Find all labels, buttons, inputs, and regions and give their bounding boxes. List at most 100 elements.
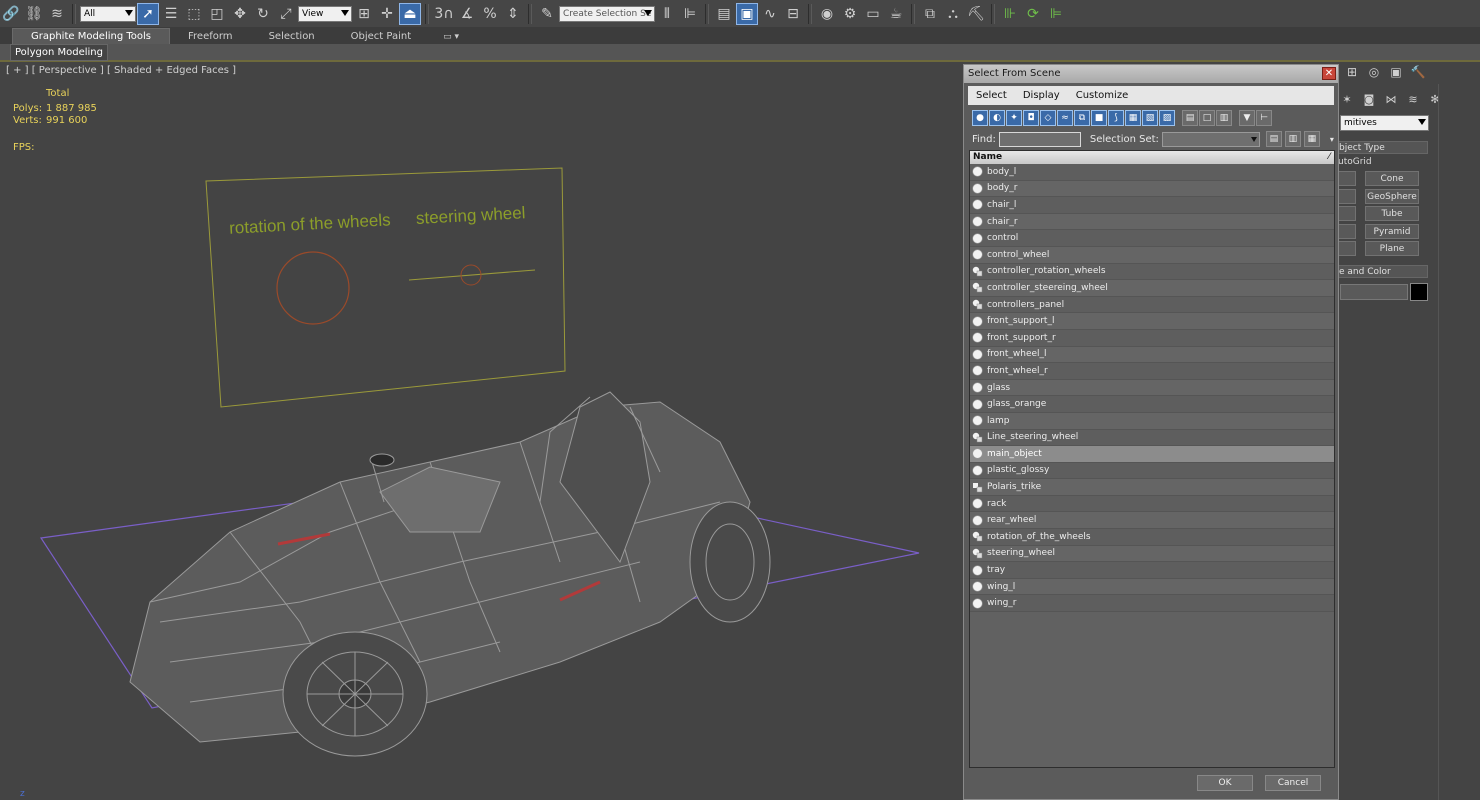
utilities-tab-icon[interactable]: 🔨 [1410, 64, 1426, 80]
list-item[interactable]: Line_steering_wheel [970, 429, 1334, 447]
helpers-icon[interactable]: ⋈ [1384, 92, 1398, 106]
selection-set-dropdown[interactable] [1161, 131, 1260, 147]
scene-object-list[interactable]: Name ⁄ body_l body_r chair_l chair_r control… [969, 150, 1335, 768]
geosphere-button[interactable]: GeoSphere [1365, 189, 1419, 204]
list-item[interactable]: front_wheel_r [970, 363, 1334, 380]
display-shapes-icon[interactable]: ◐ [989, 109, 1005, 126]
ok-button[interactable]: OK [1197, 775, 1253, 791]
reference-coordinate-dropdown[interactable]: View [298, 5, 352, 22]
find-input[interactable] [998, 131, 1081, 147]
percent-snap-icon[interactable]: % [479, 3, 501, 25]
object-button-stub[interactable] [1336, 171, 1356, 186]
edit-named-selection-icon[interactable]: ✎ [536, 3, 558, 25]
list-item[interactable]: tray [970, 562, 1334, 579]
display-tab-icon[interactable]: ▣ [1388, 64, 1404, 80]
display-containers-icon[interactable]: ▦ [1125, 109, 1141, 126]
display-all-icon[interactable]: ▤ [1182, 109, 1198, 126]
menu-select[interactable]: Select [968, 90, 1015, 101]
lights-icon[interactable]: ✶ [1340, 92, 1354, 106]
angle-snap-icon[interactable]: ∡ [456, 3, 478, 25]
list-item[interactable]: body_l [970, 164, 1334, 181]
polygon-modeling-panel-button[interactable]: Polygon Modeling [10, 44, 108, 61]
list-item[interactable]: control_wheel [970, 246, 1334, 264]
reaction-manager-icon[interactable]: ⟳ [1022, 3, 1044, 25]
animation-layer-icon[interactable]: ⊪ [999, 3, 1021, 25]
list-item[interactable]: controller_steereing_wheel [970, 280, 1334, 297]
options-chevron-icon[interactable]: ▾ [1330, 135, 1334, 144]
list-item[interactable]: control [970, 230, 1334, 247]
rotate-icon[interactable]: ↻ [252, 3, 274, 25]
ribbon-options-button[interactable]: ▭ ▾ [429, 29, 473, 44]
rect-selection-region-icon[interactable]: ⬚ [183, 3, 205, 25]
display-geometry-icon[interactable]: ● [972, 109, 988, 126]
list-item[interactable]: wing_l [970, 578, 1334, 596]
spacewarps-icon[interactable]: ≋ [1406, 92, 1420, 106]
material-editor-icon[interactable]: ◉ [816, 3, 838, 25]
perspective-viewport[interactable]: [ + ] [ Perspective ] [ Shaded + Edged F… [0, 62, 962, 800]
motion-tab-icon[interactable]: ◎ [1366, 64, 1382, 80]
scene-explorer-icon[interactable]: ⛬ [942, 3, 964, 25]
cone-button[interactable]: Cone [1365, 171, 1419, 186]
schematic-view-icon[interactable]: ⊟ [782, 3, 804, 25]
list-item[interactable]: controller_rotation_wheels [970, 263, 1334, 281]
list-item[interactable]: body_r [970, 180, 1334, 198]
list-item[interactable]: wing_r [970, 595, 1334, 613]
scale-icon[interactable]: ⤢ [275, 3, 297, 25]
object-category-dropdown[interactable]: mitives [1340, 115, 1429, 131]
cameras-icon[interactable]: ◙ [1362, 92, 1376, 106]
controller-rotation-wheels-shape[interactable] [276, 251, 350, 325]
tab-object-paint[interactable]: Object Paint [333, 29, 430, 44]
selection-set-remove-icon[interactable]: ▥ [1284, 131, 1301, 147]
window-crossing-icon[interactable]: ◰ [206, 3, 228, 25]
plane-button[interactable]: Plane [1365, 241, 1419, 256]
link-icon[interactable]: 🔗 [0, 3, 22, 25]
keyboard-shortcut-override-icon[interactable]: ⏏ [399, 2, 421, 25]
object-button-stub[interactable] [1336, 241, 1356, 256]
selection-set-add-icon[interactable]: ▤ [1265, 131, 1282, 147]
list-item[interactable]: front_support_r [970, 329, 1334, 347]
select-object-icon[interactable]: ➚ [137, 2, 159, 25]
object-type-rollout-header[interactable]: bject Type [1336, 141, 1428, 154]
mirror-icon[interactable]: ⫴ [656, 3, 678, 25]
tab-freeform[interactable]: Freeform [170, 29, 251, 44]
tab-graphite-modeling-tools[interactable]: Graphite Modeling Tools [12, 28, 171, 44]
hierarchy-tab-icon[interactable]: ⊞ [1344, 64, 1360, 80]
display-none-icon[interactable]: □ [1199, 109, 1215, 126]
list-item[interactable]: plastic_glossy [970, 462, 1334, 480]
rendered-frame-window-icon[interactable]: ▭ [862, 3, 884, 25]
selection-filter-dropdown[interactable]: All [80, 5, 136, 22]
move-icon[interactable]: ✥ [229, 3, 251, 25]
bind-spacewarp-icon[interactable]: ≋ [46, 3, 68, 25]
object-color-swatch[interactable] [1410, 283, 1428, 301]
autogrid-label[interactable]: utoGrid [1338, 157, 1372, 167]
curve-editor-icon[interactable]: ∿ [759, 3, 781, 25]
list-item[interactable]: lamp [970, 412, 1334, 430]
list-item[interactable]: main_object [970, 446, 1334, 463]
display-spacewarps-icon[interactable]: ≈ [1057, 109, 1073, 126]
layer-manager-icon[interactable]: ▤ [713, 3, 735, 25]
selection-set-edit-icon[interactable]: ▦ [1303, 131, 1320, 147]
select-by-name-icon[interactable]: ☰ [160, 3, 182, 25]
object-button-stub[interactable] [1336, 206, 1356, 221]
line-steering-wheel-shape[interactable] [408, 269, 536, 281]
systems-icon[interactable]: ✻ [1428, 92, 1442, 106]
filter-icon[interactable]: ▼ [1239, 109, 1255, 126]
menu-display[interactable]: Display [1015, 90, 1068, 101]
pivot-center-icon[interactable]: ⊞ [353, 3, 375, 25]
container-icon[interactable]: ⧉ [919, 3, 941, 25]
display-helpers-icon[interactable]: ◇ [1040, 109, 1056, 126]
list-item[interactable]: Polaris_trike [970, 479, 1334, 496]
column-header-name[interactable]: Name ⁄ [970, 151, 1334, 164]
display-xrefs-icon[interactable]: ■ [1091, 109, 1107, 126]
select-manipulate-icon[interactable]: ✛ [376, 3, 398, 25]
list-item[interactable]: front_support_l [970, 313, 1334, 330]
list-item[interactable]: steering_wheel [970, 545, 1334, 563]
display-bones-icon[interactable]: ⟆ [1108, 109, 1124, 126]
align-icon[interactable]: ⊫ [679, 3, 701, 25]
display-hidden-icon[interactable]: ▨ [1159, 109, 1175, 126]
display-invert-icon[interactable]: ▥ [1216, 109, 1232, 126]
pyramid-button[interactable]: Pyramid [1365, 224, 1419, 239]
list-item[interactable]: chair_l [970, 197, 1334, 214]
motion-mixer-icon[interactable]: ⊫ [1045, 3, 1067, 25]
menu-customize[interactable]: Customize [1068, 90, 1137, 101]
